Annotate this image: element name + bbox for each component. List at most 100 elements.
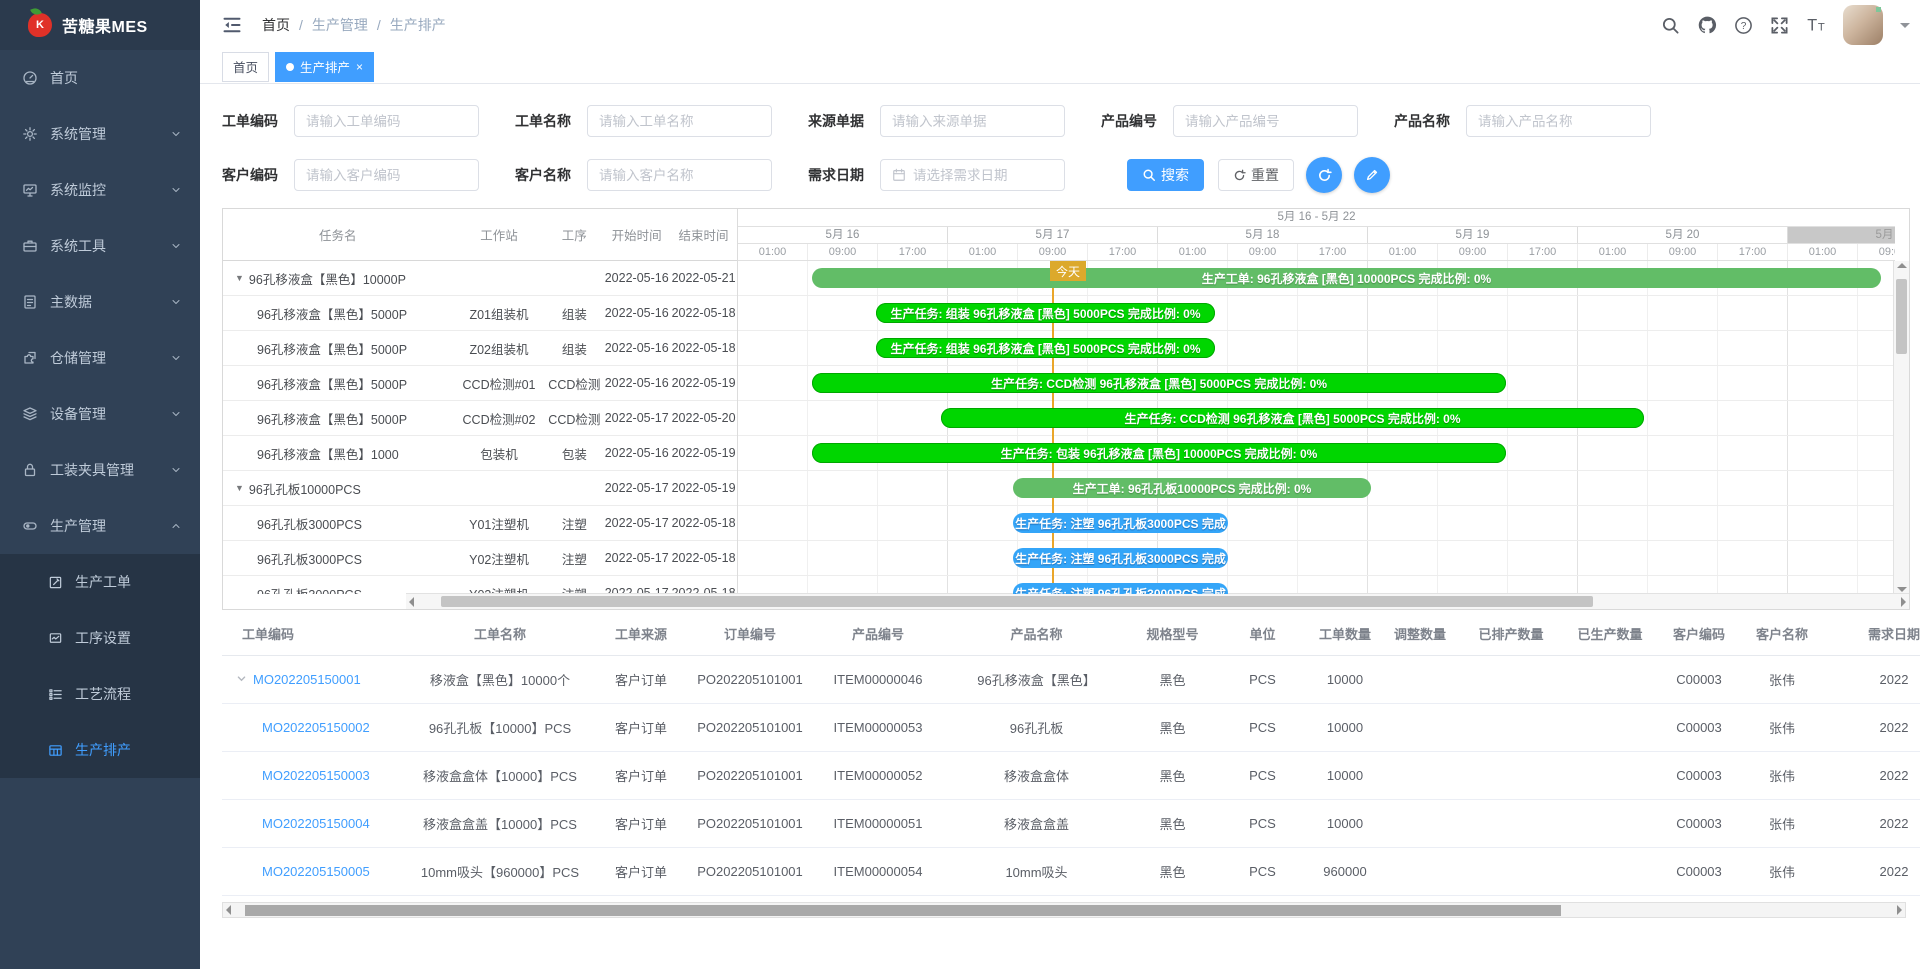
reset-button[interactable]: 重置 [1218,159,1294,191]
sidebar-item-warehouse[interactable]: 仓储管理 [0,330,200,386]
work-order-code-input[interactable] [294,105,479,137]
customer-code-input[interactable] [294,159,479,191]
product-name-input-field[interactable] [1478,114,1639,129]
gantt-task-bar[interactable]: 生产任务: CCD检测 96孔移液盒 [黑色] 5000PCS 完成比例: 0% [941,408,1644,428]
collapse-triangle-icon[interactable]: ▼ [235,273,244,283]
table-row[interactable]: MO202205150001移液盒【黑色】10000个客户订单PO2022051… [222,656,1920,704]
scroll-down-arrow[interactable] [1897,587,1907,592]
gantt-row[interactable]: 96孔移液盒【黑色】5000PCCD检测#01CCD检测2022-05-1620… [223,366,737,401]
font-size-icon[interactable]: TT [1806,15,1826,35]
breadcrumb-schedule: 生产排产 [390,15,446,35]
caret-down-icon[interactable] [1900,23,1910,33]
edit-schedule-button[interactable] [1354,157,1390,193]
customer-code-input-field[interactable] [306,168,467,183]
close-icon[interactable]: × [356,61,363,73]
avatar[interactable] [1843,5,1883,45]
scroll-right-arrow[interactable] [1897,905,1902,915]
gantt-row[interactable]: ▼96孔孔板10000PCS2022-05-172022-05-19 [223,471,737,506]
work-order-name-input[interactable] [587,105,772,137]
scrollbar-thumb[interactable] [245,905,1561,916]
sidebar-item-production[interactable]: 生产管理 [0,498,200,554]
table-row[interactable]: MO20220515000296孔孔板【10000】PCS客户订单PO20220… [222,704,1920,752]
sidebar-item-home[interactable]: 首页 [0,50,200,106]
work-order-link[interactable]: MO202205150004 [262,816,370,831]
gantt-task-bar[interactable]: 生产任务: 注塑 96孔孔板3000PCS 完成 [1013,583,1228,594]
sidebar-item-fixture[interactable]: 工装夹具管理 [0,442,200,498]
demand-date-input[interactable] [880,159,1065,191]
breadcrumb-home[interactable]: 首页 [262,15,290,35]
table-row[interactable]: MO202205150004移液盒盒盖【10000】PCS客户订单PO20220… [222,800,1920,848]
schedule-icon [48,743,63,758]
chevron-down-icon[interactable] [236,672,247,687]
product-code-input-field[interactable] [1185,114,1346,129]
flow-icon [48,687,63,702]
work-order-link[interactable]: MO202205150001 [253,672,361,687]
logo-bar[interactable]: K 苦糖果MES [0,0,200,50]
scroll-up-arrow[interactable] [1897,263,1907,268]
timeline-hour-label: 09:00 [1858,244,1895,260]
gantt-row[interactable]: 96孔移液盒【黑色】5000PZ01组装机组装2022-05-162022-05… [223,296,737,331]
gantt-task-bar[interactable]: 生产任务: 注塑 96孔孔板3000PCS 完成 [1013,548,1228,568]
sidebar-item-process-flow[interactable]: 工艺流程 [0,666,200,722]
sidebar-item-production-order[interactable]: 生产工单 [0,554,200,610]
product-code-input[interactable] [1173,105,1358,137]
sidebar-item-system-tools[interactable]: 系统工具 [0,218,200,274]
tab-production-schedule[interactable]: 生产排产× [275,52,374,82]
gantt-row[interactable]: 96孔移液盒【黑色】1000包装机包装2022-05-162022-05-19 [223,436,737,471]
column-header-produced_qty: 已生产数量 [1557,624,1663,643]
column-header-adj_qty: 调整数量 [1375,624,1465,643]
table-horizontal-scrollbar[interactable] [222,902,1906,918]
gantt-task-bar[interactable]: 生产任务: 包装 96孔移液盒 [黑色] 10000PCS 完成比例: 0% [812,443,1506,463]
gantt-task-bar[interactable]: 生产任务: 组装 96孔移液盒 [黑色] 5000PCS 完成比例: 0% [876,303,1215,323]
work-order-link[interactable]: MO202205150003 [262,768,370,783]
scroll-right-arrow[interactable] [1901,597,1906,607]
sidebar-item-equipment[interactable]: 设备管理 [0,386,200,442]
breadcrumb-production[interactable]: 生产管理 [312,15,368,35]
search-button[interactable]: 搜索 [1127,159,1204,191]
help-icon[interactable]: ? [1734,16,1753,35]
task-name: 96孔移液盒【黑色】5000P [257,339,407,358]
scroll-left-arrow[interactable] [226,905,231,915]
gantt-task-bar[interactable]: 生产任务: 注塑 96孔孔板3000PCS 完成 [1013,513,1228,533]
tab-home[interactable]: 首页 [222,52,269,82]
collapse-triangle-icon[interactable]: ▼ [235,483,244,493]
gantt-row[interactable]: 96孔孔板3000PCSY01注塑机注塑2022-05-172022-05-18 [223,506,737,541]
sidebar-collapse-icon[interactable] [222,15,242,35]
sidebar-item-process-setting[interactable]: 工序设置 [0,610,200,666]
gantt-row[interactable]: 96孔移液盒【黑色】5000PZ02组装机组装2022-05-162022-05… [223,331,737,366]
table-row[interactable]: MO20220515000510mm吸头【960000】PCS客户订单PO202… [222,848,1920,896]
fullscreen-icon[interactable] [1770,16,1789,35]
source-doc-input-field[interactable] [892,114,1053,129]
gantt-task-bar[interactable]: 生产任务: 组装 96孔移液盒 [黑色] 5000PCS 完成比例: 0% [876,338,1215,358]
gantt-vertical-scrollbar[interactable] [1893,261,1909,594]
sidebar-item-production-schedule[interactable]: 生产排产 [0,722,200,778]
scrollbar-thumb[interactable] [1896,279,1907,354]
github-icon[interactable] [1697,15,1717,35]
work-order-link[interactable]: MO202205150002 [262,720,370,735]
scrollbar-thumb[interactable] [441,596,1593,607]
gantt-row[interactable]: ▼96孔移液盒【黑色】10000P2022-05-162022-05-21 [223,261,737,296]
gantt-column-header: 结束时间 [670,225,737,244]
work-order-code-input-field[interactable] [306,114,467,129]
refresh-schedule-button[interactable] [1306,157,1342,193]
sidebar-item-system-monitor[interactable]: 系统监控 [0,162,200,218]
gantt-task-bar[interactable]: 生产任务: CCD检测 96孔移液盒 [黑色] 5000PCS 完成比例: 0% [812,373,1506,393]
work-order-name-input-field[interactable] [599,114,760,129]
gantt-order-bar[interactable]: 生产工单: 96孔孔板10000PCS 完成比例: 0% [1013,478,1371,498]
gantt-order-bar[interactable]: 生产工单: 96孔移液盒 [黑色] 10000PCS 完成比例: 0% [812,268,1881,288]
gantt-row[interactable]: 96孔移液盒【黑色】5000PCCD检测#02CCD检测2022-05-1720… [223,401,737,436]
sidebar-item-master-data[interactable]: 主数据 [0,274,200,330]
product-name-input[interactable] [1466,105,1651,137]
gantt-row[interactable]: 96孔孔板3000PCSY03注塑机注塑2022-05-172022-05-18 [223,576,737,594]
gantt-row[interactable]: 96孔孔板3000PCSY02注塑机注塑2022-05-172022-05-18 [223,541,737,576]
customer-name-input[interactable] [587,159,772,191]
table-row[interactable]: MO202205150003移液盒盒体【10000】PCS客户订单PO20220… [222,752,1920,800]
gantt-horizontal-scrollbar[interactable] [406,593,1909,609]
scroll-left-arrow[interactable] [409,597,414,607]
demand-date-input-field[interactable] [913,168,1053,183]
work-order-link[interactable]: MO202205150005 [262,864,370,879]
source-doc-input[interactable] [880,105,1065,137]
customer-name-input-field[interactable] [599,168,760,183]
sidebar-item-system-admin[interactable]: 系统管理 [0,106,200,162]
search-icon[interactable] [1661,16,1680,35]
